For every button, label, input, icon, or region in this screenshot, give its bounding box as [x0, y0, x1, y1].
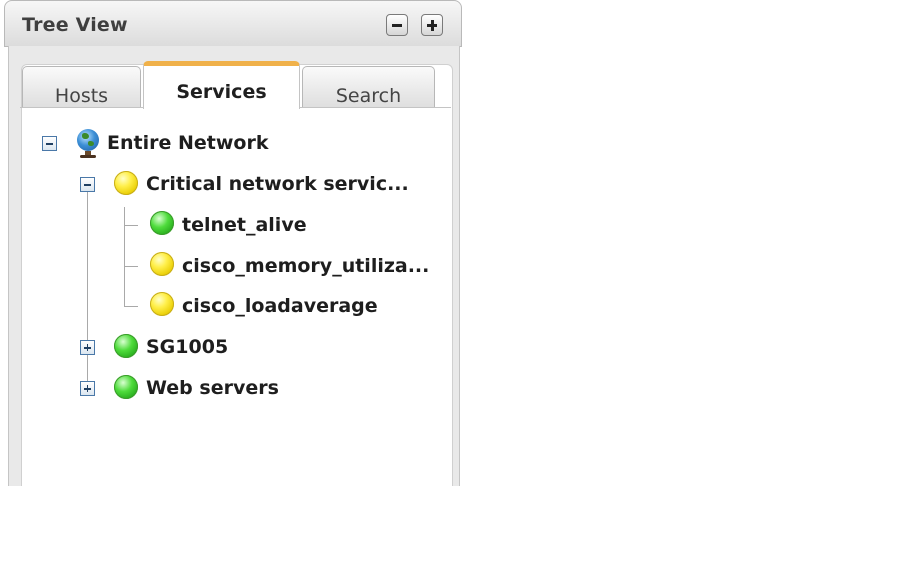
- expand-all-button[interactable]: [421, 14, 443, 36]
- collapse-all-button[interactable]: [386, 14, 408, 36]
- tree-node-label: cisco_loadaverage: [182, 295, 378, 317]
- panel-title: Tree View: [22, 14, 128, 36]
- tree-node-sg1005[interactable]: SG1005: [78, 331, 238, 361]
- tree-node-telnet-alive[interactable]: telnet_alive: [148, 209, 318, 239]
- tree-node-label: Web servers: [146, 377, 279, 399]
- tree-node-label: telnet_alive: [182, 214, 307, 236]
- tab-search[interactable]: Search: [302, 66, 435, 108]
- tab-label: Search: [335, 85, 402, 107]
- status-yellow-icon: [150, 292, 174, 316]
- status-yellow-icon: [150, 252, 174, 276]
- tab-label: Hosts: [54, 85, 109, 107]
- tree-node-cisco-memory-utilization[interactable]: cisco_memory_utiliza...: [148, 250, 438, 280]
- tree-connector: [124, 266, 138, 267]
- tree-node-entire-network[interactable]: Entire Network: [40, 128, 280, 158]
- minus-icon: [392, 24, 402, 27]
- status-yellow-icon: [114, 171, 138, 195]
- tab-hosts[interactable]: Hosts: [22, 66, 141, 108]
- collapse-toggle-icon[interactable]: [80, 177, 95, 192]
- expand-toggle-icon[interactable]: [80, 381, 95, 396]
- status-green-icon: [114, 375, 138, 399]
- tree-connector: [124, 225, 138, 226]
- expand-toggle-icon[interactable]: [80, 340, 95, 355]
- tab-label: Services: [176, 81, 267, 103]
- status-green-icon: [114, 334, 138, 358]
- tree-connector: [124, 306, 138, 307]
- tree-node-web-servers[interactable]: Web servers: [78, 372, 288, 402]
- tab-services[interactable]: Services: [143, 61, 300, 109]
- tree-node-label: Critical network servic...: [146, 173, 409, 195]
- tree-node-label: Entire Network: [107, 132, 269, 154]
- tree-node-label: cisco_memory_utiliza...: [182, 255, 430, 277]
- tree-node-label: SG1005: [146, 336, 229, 358]
- tree-view-panel: Tree View Hosts Search Services Entire N…: [0, 0, 466, 486]
- collapse-toggle-icon[interactable]: [42, 136, 57, 151]
- status-green-icon: [150, 211, 174, 235]
- tree-connector: [124, 207, 125, 307]
- tree-node-cisco-loadaverage[interactable]: cisco_loadaverage: [148, 290, 388, 320]
- tree-node-critical-network-services[interactable]: Critical network servic...: [78, 168, 409, 198]
